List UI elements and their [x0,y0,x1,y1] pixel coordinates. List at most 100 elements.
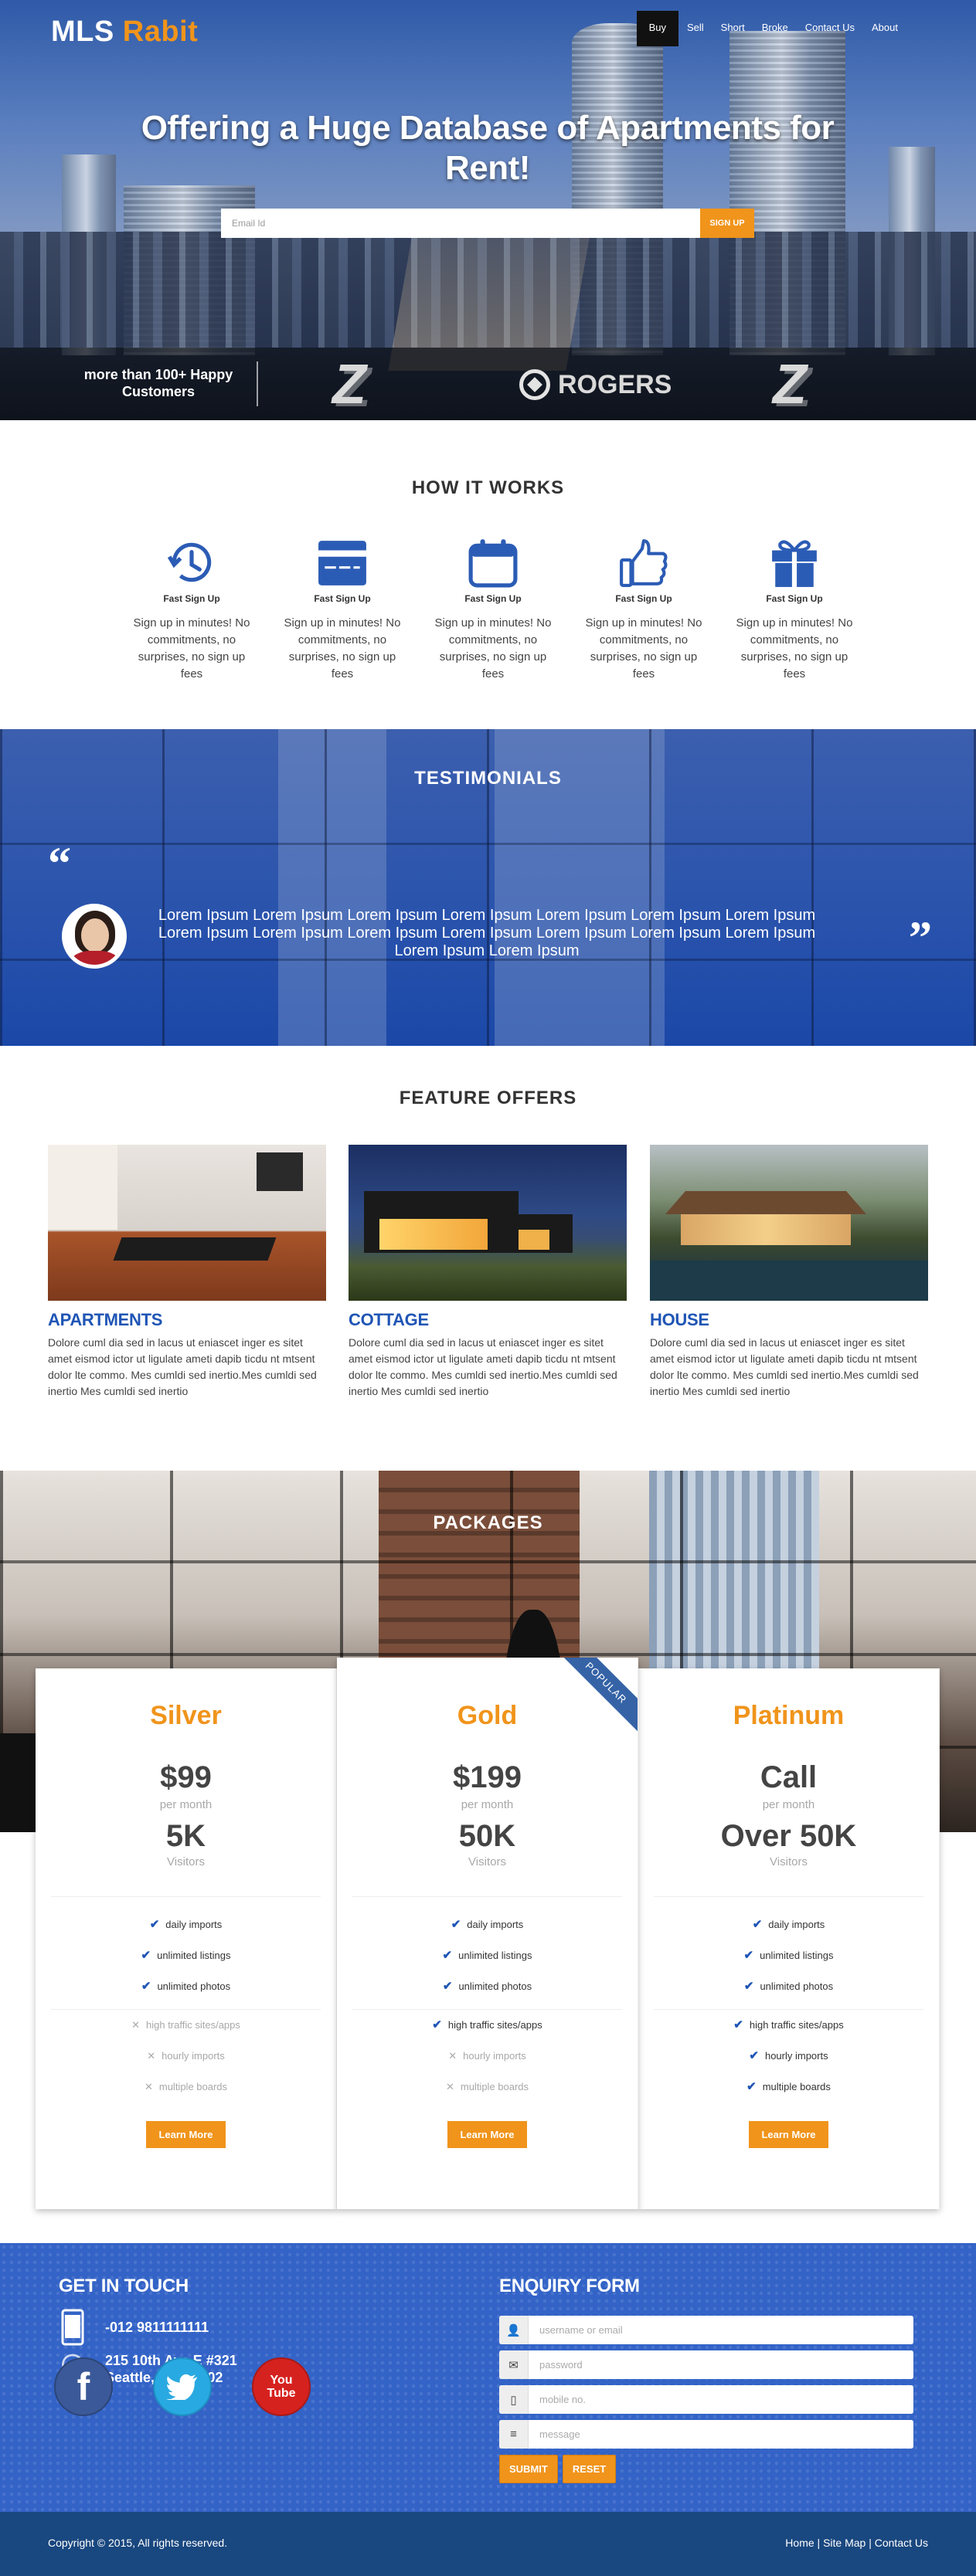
offer-desc: Dolore cuml dia sed in lacus ut eniascet… [650,1336,919,1397]
offer-card: COTTAGE Dolore cuml dia sed in lacus ut … [349,1145,627,1400]
clock-icon [165,536,219,590]
phone-number[interactable]: -012 9811111111 [105,2319,209,2336]
submit-button[interactable]: SUBMIT [499,2455,558,2483]
password-input[interactable] [529,2350,913,2379]
facebook-icon[interactable]: f [54,2357,113,2416]
feature-item: ✔ high traffic sites/apps [733,2018,844,2031]
step-desc: Sign up in minutes! No commitments, no s… [284,616,401,680]
feature-item: ✔ daily imports [451,1918,524,1931]
learn-more-button[interactable]: Learn More [146,2121,226,2148]
client-logo: Z [332,354,366,416]
nav-item-short[interactable]: Short [712,11,753,46]
feature-item: ✔ unlimited photos [51,1979,321,2010]
step-title: Fast Sign Up [464,593,522,604]
check-icon: ✔ [752,1918,763,1931]
feature-item: ✔ multiple boards [746,2080,831,2093]
email-input[interactable] [221,209,700,238]
email-icon: ✉ [499,2350,529,2379]
feature-item: ✔ daily imports [752,1918,825,1931]
offer-title[interactable]: COTTAGE [349,1310,627,1330]
plan-price: $99 [160,1760,212,1794]
check-icon: ✔ [141,1980,151,1993]
message-input[interactable] [529,2420,913,2449]
reset-button[interactable]: RESET [562,2455,617,2483]
client-logo-text: ROGERS [558,369,672,399]
step-title: Fast Sign Up [163,593,220,604]
learn-more-button[interactable]: Learn More [447,2121,527,2148]
cottage-image[interactable] [349,1145,627,1301]
username-input[interactable] [529,2316,913,2344]
rogers-logo-icon [519,369,550,400]
feature-item: ✔ hourly imports [749,2049,828,2062]
footer-link-contact[interactable]: Contact Us [875,2537,928,2549]
youtube-icon[interactable]: You Tube [252,2357,311,2416]
plan-visitors: 5K [165,1819,206,1853]
mobile-icon: ▯ [499,2385,529,2414]
section-title: HOW IT WORKS [411,477,565,498]
feature-item: ✕ hourly imports [448,2050,526,2062]
plan-name: Gold [457,1701,518,1730]
offer-title[interactable]: APARTMENTS [48,1310,326,1330]
feature-item: ✔ unlimited listings [442,1949,532,1962]
learn-more-button[interactable]: Learn More [749,2121,828,2148]
check-icon: ✔ [149,1918,160,1931]
step-item: Fast Sign Up Sign up in minutes! No comm… [431,536,555,683]
cross-icon: ✕ [144,2081,153,2092]
plan-period: per month [159,1798,213,1811]
client-logo-rogers: ROGERS [519,361,672,408]
feature-item: ✕ multiple boards [144,2081,228,2092]
nav-item-sell[interactable]: Sell [678,11,712,46]
signup-button[interactable]: SIGN UP [700,209,754,238]
password-field: ✉ [499,2350,913,2379]
footer-links: Home | Site Map | Contact Us [785,2537,928,2549]
step-desc: Sign up in minutes! No commitments, no s… [133,616,250,680]
feature-item: ✔ unlimited listings [743,1949,834,1962]
house-image[interactable] [650,1145,928,1301]
happy-customers: more than 100+ Happy Customers [83,367,233,399]
user-icon: 👤 [499,2316,529,2344]
footer-link-home[interactable]: Home [785,2537,814,2549]
nav-item-about[interactable]: About [863,11,906,46]
how-it-works-section: HOW IT WORKS Fast Sign Up Sign up in min… [0,420,976,729]
step-title: Fast Sign Up [314,593,371,604]
get-in-touch-title: GET IN TOUCH [59,2276,189,2296]
plan-visitors-label: Visitors [770,1855,808,1868]
mobile-phone-icon [59,2309,87,2346]
twitter-icon[interactable] [153,2357,212,2416]
page: MLS Rabit Buy Sell Short Broke Contact U… [0,0,976,2576]
feature-item: ✔ daily imports [149,1918,223,1931]
section-title: FEATURE OFFERS [399,1088,577,1108]
hero-section: MLS Rabit Buy Sell Short Broke Contact U… [0,0,976,420]
section-title: PACKAGES [433,1512,543,1533]
feature-item: ✕ hourly imports [147,2050,225,2062]
check-icon: ✔ [743,1949,754,1962]
logo[interactable]: MLS Rabit [51,15,198,49]
feature-item: ✔ high traffic sites/apps [432,2018,542,2031]
check-icon: ✔ [733,2018,743,2031]
plan-price: Call [760,1760,818,1794]
clients-bar: more than 100+ Happy Customers Z ROGERS … [0,348,976,420]
step-desc: Sign up in minutes! No commitments, no s… [585,616,702,680]
nav-item-contact[interactable]: Contact Us [797,11,863,46]
plan-price: $199 [453,1760,522,1794]
avatar [62,904,127,969]
enquiry-form: 👤 ✉ ▯ ≡ SUBMIT RESET [499,2316,913,2483]
feature-item: ✕ multiple boards [445,2081,529,2092]
nav-item-broke[interactable]: Broke [753,11,797,46]
offer-desc: Dolore cuml dia sed in lacus ut eniascet… [349,1336,617,1397]
mobile-input[interactable] [529,2385,913,2414]
username-field: 👤 [499,2316,913,2344]
offer-title[interactable]: HOUSE [650,1310,928,1330]
nav-item-buy[interactable]: Buy [636,11,678,46]
step-desc: Sign up in minutes! No commitments, no s… [736,616,853,680]
feature-item: ✔ unlimited photos [352,1979,622,2010]
apartment-image[interactable] [48,1145,326,1301]
plan-period: per month [461,1798,514,1811]
footer-link-sitemap[interactable]: Site Map [823,2537,865,2549]
plan-visitors: 50K [458,1819,516,1853]
gift-icon [767,536,821,590]
step-item: Fast Sign Up Sign up in minutes! No comm… [281,536,404,683]
step-item: Fast Sign Up Sign up in minutes! No comm… [733,536,856,683]
testimonial-text: Lorem Ipsum Lorem Ipsum Lorem Ipsum Lore… [158,907,816,959]
step-item: Fast Sign Up Sign up in minutes! No comm… [582,536,706,683]
